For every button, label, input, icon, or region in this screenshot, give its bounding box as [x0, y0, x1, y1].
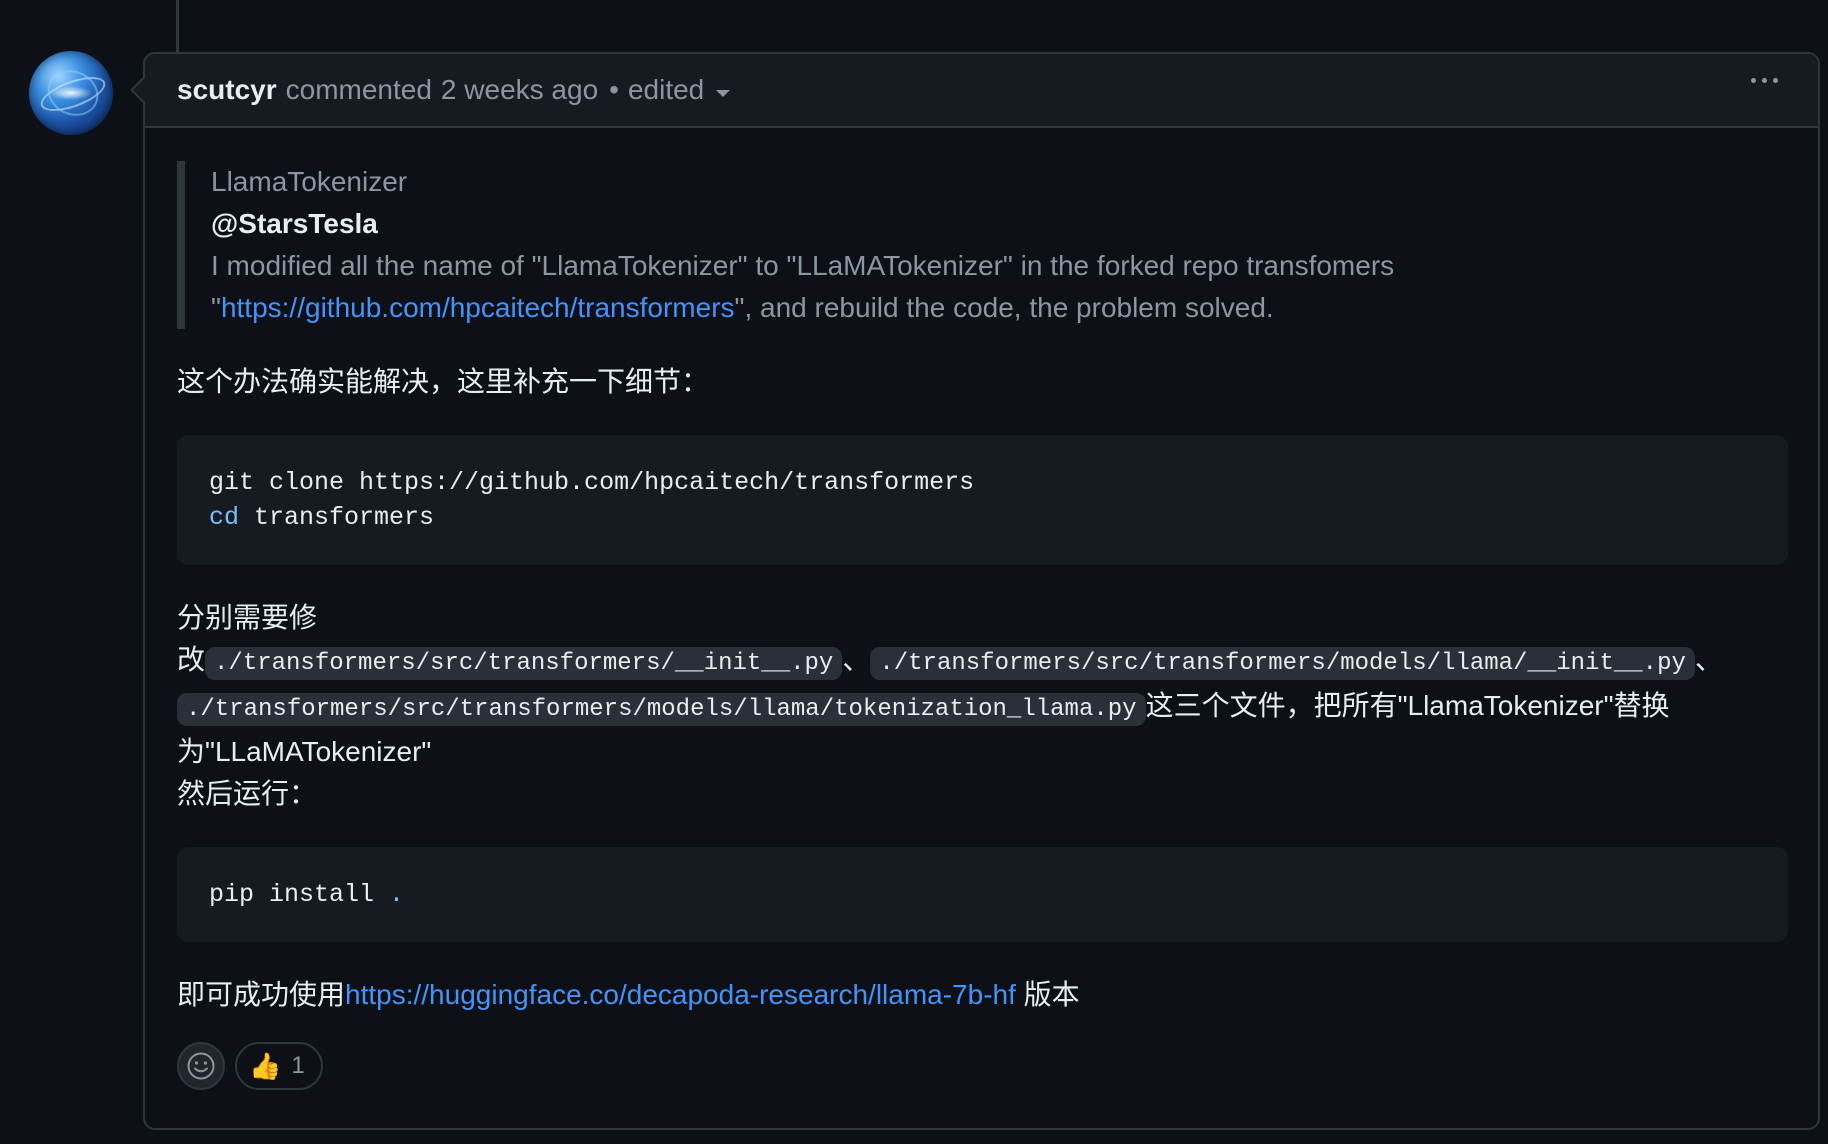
thumbs-up-icon: 👍 [249, 1051, 282, 1081]
huggingface-link[interactable]: https://huggingface.co/decapoda-research… [345, 979, 1016, 1010]
code-pip-install: pip install [209, 880, 390, 909]
code-line-git-clone: git clone https://github.com/hpcaitech/t… [209, 468, 975, 497]
comment-body: LlamaTokenizer @StarsTesla I modified al… [177, 161, 1788, 1090]
final-prefix: 即可成功使用 [177, 979, 346, 1010]
comment-time[interactable]: 2 weeks ago [441, 74, 598, 106]
user-mention[interactable]: @StarsTesla [211, 208, 378, 239]
avatar[interactable] [29, 51, 113, 135]
more-options-icon[interactable] [1751, 78, 1778, 83]
smiley-icon [187, 1052, 215, 1080]
kebab-dot [1762, 78, 1767, 83]
chevron-down-icon[interactable] [716, 89, 731, 97]
blockquote: LlamaTokenizer @StarsTesla I modified al… [177, 161, 1788, 329]
kebab-dot [1773, 78, 1778, 83]
comment-action: commented [285, 74, 432, 105]
modify-prefix-line1: 分别需要修 [177, 602, 318, 633]
quote-line1: I modified all the name of "LlamaTokeniz… [211, 250, 1395, 281]
inline-code-file2: ./transformers/src/transformers/models/l… [870, 647, 1695, 680]
modify-paragraph: 分别需要修 改 ./transformers/src/transformers/_… [177, 597, 1788, 815]
separator-2: 、 [1694, 644, 1723, 675]
reactions-bar: 👍 1 [177, 1042, 1788, 1090]
separator-1: 、 [842, 644, 871, 675]
github-link[interactable]: https://github.com/hpcaitech/transformer… [221, 292, 735, 323]
inline-code-file3: ./transformers/src/transformers/models/l… [177, 693, 1146, 726]
modify-suffix2: 为"LLaMATokenizer" [177, 736, 432, 767]
final-text: 即可成功使用https://huggingface.co/decapoda-re… [177, 974, 1788, 1016]
inline-code-file1: ./transformers/src/transformers/__init__… [205, 647, 843, 680]
then-run-text: 然后运行： [177, 778, 318, 809]
modify-suffix: 这三个文件，把所有"LlamaTokenizer"替换 [1145, 690, 1670, 721]
edited-label[interactable]: edited [628, 74, 704, 106]
comment-box: scutcyr commented 2 weeks ago • edited L… [143, 52, 1820, 1130]
quote-line2-rest: ", and rebuild the code, the problem sol… [734, 292, 1274, 323]
intro-text: 这个办法确实能解决，这里补充一下细节： [177, 366, 710, 397]
comment-caret-inner [133, 78, 145, 102]
separator-dot: • [609, 74, 619, 105]
code-line-cd-rest: transformers [239, 503, 435, 532]
code-keyword-cd: cd [209, 503, 240, 532]
code-block-clone: git clone https://github.com/hpcaitech/t… [177, 435, 1788, 565]
author-link[interactable]: scutcyr [177, 74, 277, 106]
reaction-count: 1 [291, 1052, 305, 1079]
kebab-dot [1751, 78, 1756, 83]
quote-open: " [211, 292, 221, 323]
thumbs-up-reaction[interactable]: 👍 1 [235, 1042, 323, 1090]
code-block-pip: pip install . [177, 847, 1788, 942]
final-suffix: 版本 [1015, 979, 1080, 1010]
comment-header: scutcyr commented 2 weeks ago • edited [145, 54, 1818, 128]
code-dot: . [389, 880, 405, 909]
modify-prefix-line2: 改 [177, 644, 206, 675]
add-reaction-button[interactable] [177, 1042, 225, 1090]
quote-title: LlamaTokenizer [211, 166, 408, 197]
quote-line2: "https://github.com/hpcaitech/transforme… [211, 287, 1788, 329]
timeline-line [176, 0, 179, 52]
